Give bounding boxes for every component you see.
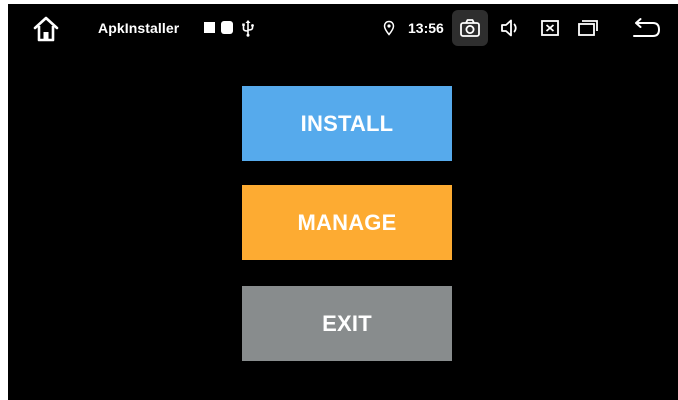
screenshot-button[interactable] [452, 10, 488, 46]
install-button[interactable]: INSTALL [242, 86, 452, 161]
close-app-button[interactable] [536, 14, 564, 42]
home-button[interactable] [30, 14, 62, 44]
close-box-icon [541, 20, 559, 36]
camera-icon [460, 19, 480, 37]
back-button[interactable] [630, 14, 662, 42]
exit-button[interactable]: EXIT [242, 286, 452, 361]
app-screen: ApkInstaller 13:56 INSTALL MANAGE EXIT [8, 4, 678, 400]
back-arrow-icon [633, 18, 661, 37]
status-time: 13:56 [408, 20, 444, 36]
square-notification-icon [204, 22, 215, 33]
location-icon [382, 19, 396, 37]
status-bar: ApkInstaller 13:56 [8, 4, 678, 52]
volume-icon [501, 19, 517, 37]
recents-icon [578, 20, 598, 36]
usb-icon [240, 18, 256, 38]
volume-button[interactable] [497, 14, 525, 42]
home-icon [33, 16, 59, 42]
manage-button[interactable]: MANAGE [242, 185, 452, 260]
recents-button[interactable] [574, 14, 602, 42]
app-title: ApkInstaller [98, 20, 180, 36]
rounded-notification-icon [221, 21, 233, 34]
